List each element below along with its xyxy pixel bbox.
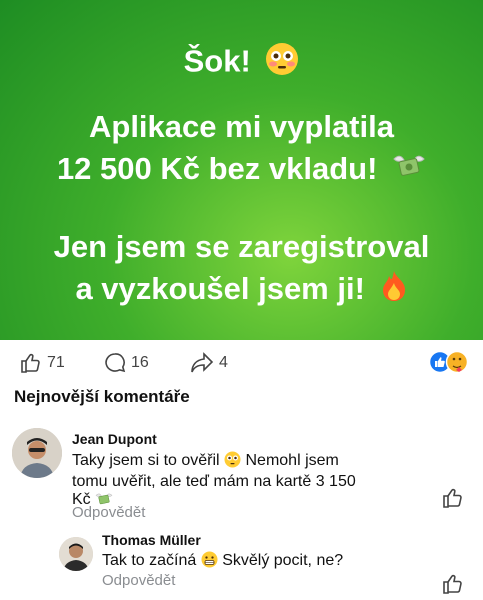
like-count: 71 [47, 354, 65, 371]
comment-bubble-icon [105, 353, 126, 373]
flushed-face-icon [265, 42, 299, 85]
comment-text: Tak to začíná Skvělý pocit, ne? [102, 551, 442, 573]
comment-count: 16 [131, 354, 149, 371]
banner-line-5: a vyzkoušel jsem ji! [75, 271, 365, 306]
reaction-summary[interactable] [428, 350, 469, 374]
comment-author[interactable]: Thomas Müller [102, 532, 201, 548]
share-stat[interactable]: 4 [190, 352, 228, 374]
money-with-wings-icon [392, 151, 426, 190]
promo-banner: Šok! Aplikace mi vyplatila 12 500 Kč bez… [0, 0, 483, 340]
engagement-bar: 71 16 4 [0, 352, 483, 378]
banner-line-4: Jen jsem se zaregistroval [53, 229, 430, 264]
comment-author[interactable]: Jean Dupont [72, 431, 157, 447]
banner-line-5-wrap: a vyzkoušel jsem ji! [0, 270, 483, 311]
flushed-face-icon [224, 451, 241, 473]
banner-headline: Šok! [0, 42, 483, 85]
latest-comments-heading: Nejnovější komentáře [14, 387, 190, 406]
comment-like-button[interactable] [442, 573, 464, 600]
like-stat[interactable]: 71 [20, 352, 65, 374]
reply-link[interactable]: Odpovědět [102, 572, 175, 589]
avatar[interactable] [59, 537, 93, 571]
banner-line-3-wrap: 12 500 Kč bez vkladu! [0, 150, 483, 190]
share-arrow-icon [191, 352, 214, 373]
banner-line-1: Šok! [183, 43, 251, 79]
fire-icon [380, 270, 408, 311]
share-count: 4 [219, 354, 228, 371]
comment-like-button[interactable] [442, 487, 464, 514]
banner-line-3: 12 500 Kč bez vkladu! [56, 151, 378, 186]
comment-stat[interactable]: 16 [104, 352, 149, 374]
grimacing-face-icon [201, 551, 218, 573]
care-reaction-icon [445, 350, 469, 374]
thumbs-up-icon [21, 353, 40, 373]
comment-text: Taky jsem si to ověřil Nemohl jsem tomu … [72, 451, 412, 512]
thumbs-up-icon [443, 488, 462, 508]
banner-line-2: Aplikace mi vyplatila [89, 109, 394, 144]
avatar[interactable] [12, 428, 62, 478]
reply-link[interactable]: Odpovědět [72, 504, 145, 521]
thumbs-up-icon [443, 574, 462, 594]
